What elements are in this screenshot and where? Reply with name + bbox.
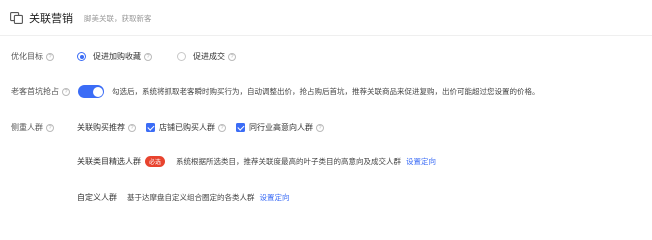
required-badge: 必选 xyxy=(145,156,166,167)
radio-unselected-icon xyxy=(177,52,186,61)
help-icon[interactable]: ? xyxy=(218,123,226,132)
help-icon[interactable]: ? xyxy=(144,52,152,61)
help-icon[interactable]: ? xyxy=(46,52,54,61)
page-title: 关联营销 xyxy=(29,13,73,25)
checkbox-checked-icon xyxy=(146,123,155,132)
custom-crowd-description: 基于达摩盘自定义组合圈定的各类人群 xyxy=(127,193,255,202)
page-subtitle: 脚美关联，获取新客 xyxy=(84,13,152,23)
page-header: 关联营销 脚美关联，获取新客 xyxy=(10,11,152,25)
radio-add-to-cart[interactable]: 促进加购收藏 ? xyxy=(77,51,152,62)
category-select-label: 关联类目精选人群 xyxy=(77,157,141,166)
focus-crowd-label: 侧重人群 ? xyxy=(11,122,54,133)
radio-conversion[interactable]: 促进成交 ? xyxy=(177,51,236,62)
optimize-goal-label: 优化目标 ? xyxy=(11,51,54,62)
header-divider xyxy=(0,35,652,36)
old-customer-label: 老客首坑抢占 ? xyxy=(11,86,70,97)
checkbox-store-buyers[interactable]: 店铺已购买人群 ? xyxy=(146,122,226,133)
category-set-targeting-link[interactable]: 设置定向 xyxy=(406,156,436,167)
help-icon[interactable]: ? xyxy=(62,87,70,96)
custom-crowd-label: 自定义人群 xyxy=(77,193,117,202)
custom-set-targeting-link[interactable]: 设置定向 xyxy=(260,192,290,203)
related-buy-label: 关联购买推荐 xyxy=(77,123,125,132)
optimize-goal-radio-group: 促进加购收藏 ? 促进成交 ? xyxy=(77,51,261,62)
help-icon[interactable]: ? xyxy=(46,123,54,132)
old-customer-toggle[interactable] xyxy=(78,85,104,98)
category-select-description: 系统根据所选类目，推荐关联度最高的叶子类目的高意向及成交人群 xyxy=(176,157,402,166)
custom-crowd-row: 自定义人群 基于达摩盘自定义组合圈定的各类人群 设置定向 xyxy=(77,192,290,203)
related-buy-row: 关联购买推荐 ? 店铺已购买人群 ? 同行业高意向人群 ? xyxy=(77,122,324,133)
radio-selected-icon xyxy=(77,52,86,61)
help-icon[interactable]: ? xyxy=(316,123,324,132)
category-select-row: 关联类目精选人群 必选 系统根据所选类目，推荐关联度最高的叶子类目的高意向及成交… xyxy=(77,156,436,167)
old-customer-description: 勾选后，系统将抓取老客瞬时购买行为，自动调整出价，抢占购后首坑，推荐关联商品来促… xyxy=(112,87,540,96)
help-icon[interactable]: ? xyxy=(228,52,236,61)
help-icon[interactable]: ? xyxy=(128,123,136,132)
checkbox-industry-intent[interactable]: 同行业高意向人群 ? xyxy=(236,122,324,133)
marketing-icon xyxy=(10,12,23,24)
checkbox-checked-icon xyxy=(236,123,245,132)
